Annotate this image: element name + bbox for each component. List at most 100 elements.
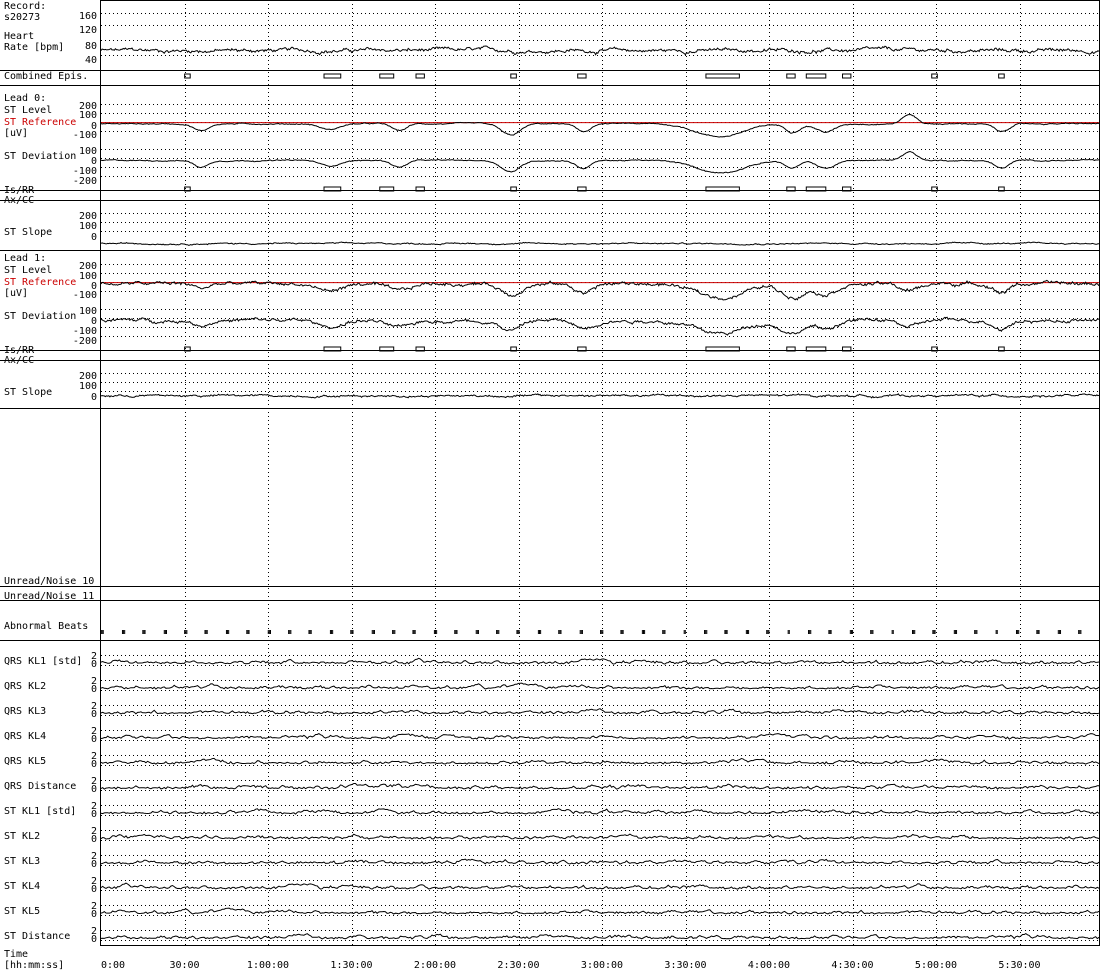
kl-labels: QRS KL1 [std] 20QRS KL2 20QRS KL3 20QRS KL4… xyxy=(4,651,97,945)
kl-row-label: QRS KL5 xyxy=(4,756,46,767)
hr-tick-40: 40 xyxy=(85,55,97,66)
time-tick-label: 30:00 xyxy=(169,960,199,970)
lead1-slope-tick-0: 0 xyxy=(91,392,97,403)
lead1-st-deviation: ST Deviation xyxy=(4,311,76,322)
lead0-title: Lead 0: xyxy=(4,93,46,104)
kl-tick-label: 0 xyxy=(91,934,97,945)
time-tick-label: 4:00:00 xyxy=(748,960,790,970)
episode-marker xyxy=(998,73,1005,79)
kl-row-label: ST Distance xyxy=(4,931,70,942)
episode-marker xyxy=(705,73,740,79)
episode-marker xyxy=(510,73,517,79)
kl-trace xyxy=(100,657,1100,665)
lead0-st-slope: ST Slope xyxy=(4,227,52,238)
unread-noise-10-label: Unread/Noise 10 xyxy=(4,576,94,587)
kl-tick-label: 0 xyxy=(91,734,97,745)
kl-row-label: QRS KL2 xyxy=(4,681,46,692)
lead0-unit: [uV] xyxy=(4,128,28,139)
kl-trace xyxy=(100,757,1100,765)
time-tick-label: 5:30:00 xyxy=(998,960,1040,970)
time-axis-label-line1: Time xyxy=(4,949,28,960)
kl-row-label: QRS KL1 [std] xyxy=(4,656,82,667)
kl-trace xyxy=(100,907,1100,915)
time-tick-label: 1:00:00 xyxy=(247,960,289,970)
record-label: Record: xyxy=(4,1,46,12)
lead0-st-reference: ST Reference xyxy=(4,117,76,128)
hr-tick-80: 80 xyxy=(85,41,97,52)
heart-rate-label-line1: Heart xyxy=(4,31,34,42)
lead1-slope-tick-100: 100 xyxy=(79,381,97,392)
kl-tick-label: 0 xyxy=(91,809,97,820)
kl-tick-label: 0 xyxy=(91,659,97,670)
lead0-st-slope-trace xyxy=(100,241,1100,246)
frame-layer xyxy=(0,0,1100,946)
lead1-axcc: Ax/CC xyxy=(4,355,34,366)
lead0-st-deviation-trace xyxy=(100,151,1100,174)
kl-row-label: ST KL3 xyxy=(4,856,40,867)
episode-marker xyxy=(805,73,827,79)
grid-layer xyxy=(101,0,1099,946)
kl-tick-label: 0 xyxy=(91,759,97,770)
lead0-st-level: ST Level xyxy=(4,105,52,116)
lead0-level-tick-100: 100 xyxy=(79,110,97,121)
time-tick-label: 2:00:00 xyxy=(414,960,456,970)
kl-tick-label: 0 xyxy=(91,834,97,845)
episode-marker xyxy=(577,73,587,79)
combined-episodes-label: Combined Epis. xyxy=(4,71,88,82)
kl-trace xyxy=(100,808,1100,815)
lead1-level-tick-m100: -100 xyxy=(73,290,97,301)
time-tick-label: 1:30:00 xyxy=(330,960,372,970)
kl-row-label: ST KL5 xyxy=(4,906,40,917)
lead0-st-deviation: ST Deviation xyxy=(4,151,76,162)
lead0-slope-tick-100: 100 xyxy=(79,221,97,232)
kl-row-label: ST KL4 xyxy=(4,881,40,892)
kl-trace xyxy=(100,708,1100,715)
episode-marker xyxy=(379,73,395,79)
episode-marker xyxy=(842,73,852,79)
kl-trace xyxy=(100,733,1100,740)
kl-tick-label: 0 xyxy=(91,909,97,920)
hr-tick-160: 160 xyxy=(79,11,97,22)
time-axis-label-line2: [hh:mm:ss] xyxy=(4,960,64,970)
kl-tick-label: 0 xyxy=(91,684,97,695)
kl-row-label: ST KL1 [std] xyxy=(4,806,76,817)
time-tick-label: 2:30:00 xyxy=(497,960,539,970)
record-id: s20273 xyxy=(4,12,40,23)
lead1-st-level-trace xyxy=(100,279,1100,301)
lead0-level-tick-m100: -100 xyxy=(73,130,97,141)
lead1-st-deviation-trace xyxy=(100,316,1100,336)
episode-marker xyxy=(415,73,425,79)
kl-trace xyxy=(100,833,1100,840)
chart-svg: Record: s20273 Heart Rate [bpm] 160 120 … xyxy=(0,0,1100,970)
time-ticks: 0:00 30:00 1:00:00 1:30:00 2:00:00 2:30:00 3:0… xyxy=(101,960,1041,970)
marks-layer xyxy=(100,45,1100,940)
kl-tick-label: 0 xyxy=(91,884,97,895)
lead0-axcc: Ax/CC xyxy=(4,195,34,206)
kl-trace xyxy=(100,858,1100,865)
heart-rate-label-line2: Rate [bpm] xyxy=(4,42,64,53)
lead1-dev-tick-m200: -200 xyxy=(73,336,97,347)
lead0-dev-tick-m200: -200 xyxy=(73,176,97,187)
kl-tick-label: 0 xyxy=(91,859,97,870)
abnormal-beats-label: Abnormal Beats xyxy=(4,621,88,632)
kl-trace xyxy=(100,783,1099,790)
time-tick-label: 0:00 xyxy=(101,960,125,970)
ecg-trend-chart: Record: s20273 Heart Rate [bpm] 160 120 … xyxy=(0,0,1100,970)
time-tick-label: 4:30:00 xyxy=(831,960,873,970)
unread-noise-11-label: Unread/Noise 11 xyxy=(4,591,94,602)
kl-tick-label: 0 xyxy=(91,784,97,795)
kl-row-label: QRS KL4 xyxy=(4,731,46,742)
lead1-st-reference: ST Reference xyxy=(4,277,76,288)
lead1-st-slope-trace xyxy=(100,393,1100,399)
kl-row-label: ST KL2 xyxy=(4,831,40,842)
episode-marker xyxy=(786,73,796,79)
kl-trace xyxy=(100,682,1100,690)
kl-row-label: QRS KL3 xyxy=(4,706,46,717)
kl-trace xyxy=(100,933,1100,940)
kl-trace xyxy=(100,882,1100,890)
kl-row-label: QRS Distance xyxy=(4,781,76,792)
lead1-unit: [uV] xyxy=(4,288,28,299)
lead1-st-level: ST Level xyxy=(4,265,52,276)
kl-tick-label: 0 xyxy=(91,709,97,720)
time-tick-label: 3:30:00 xyxy=(664,960,706,970)
